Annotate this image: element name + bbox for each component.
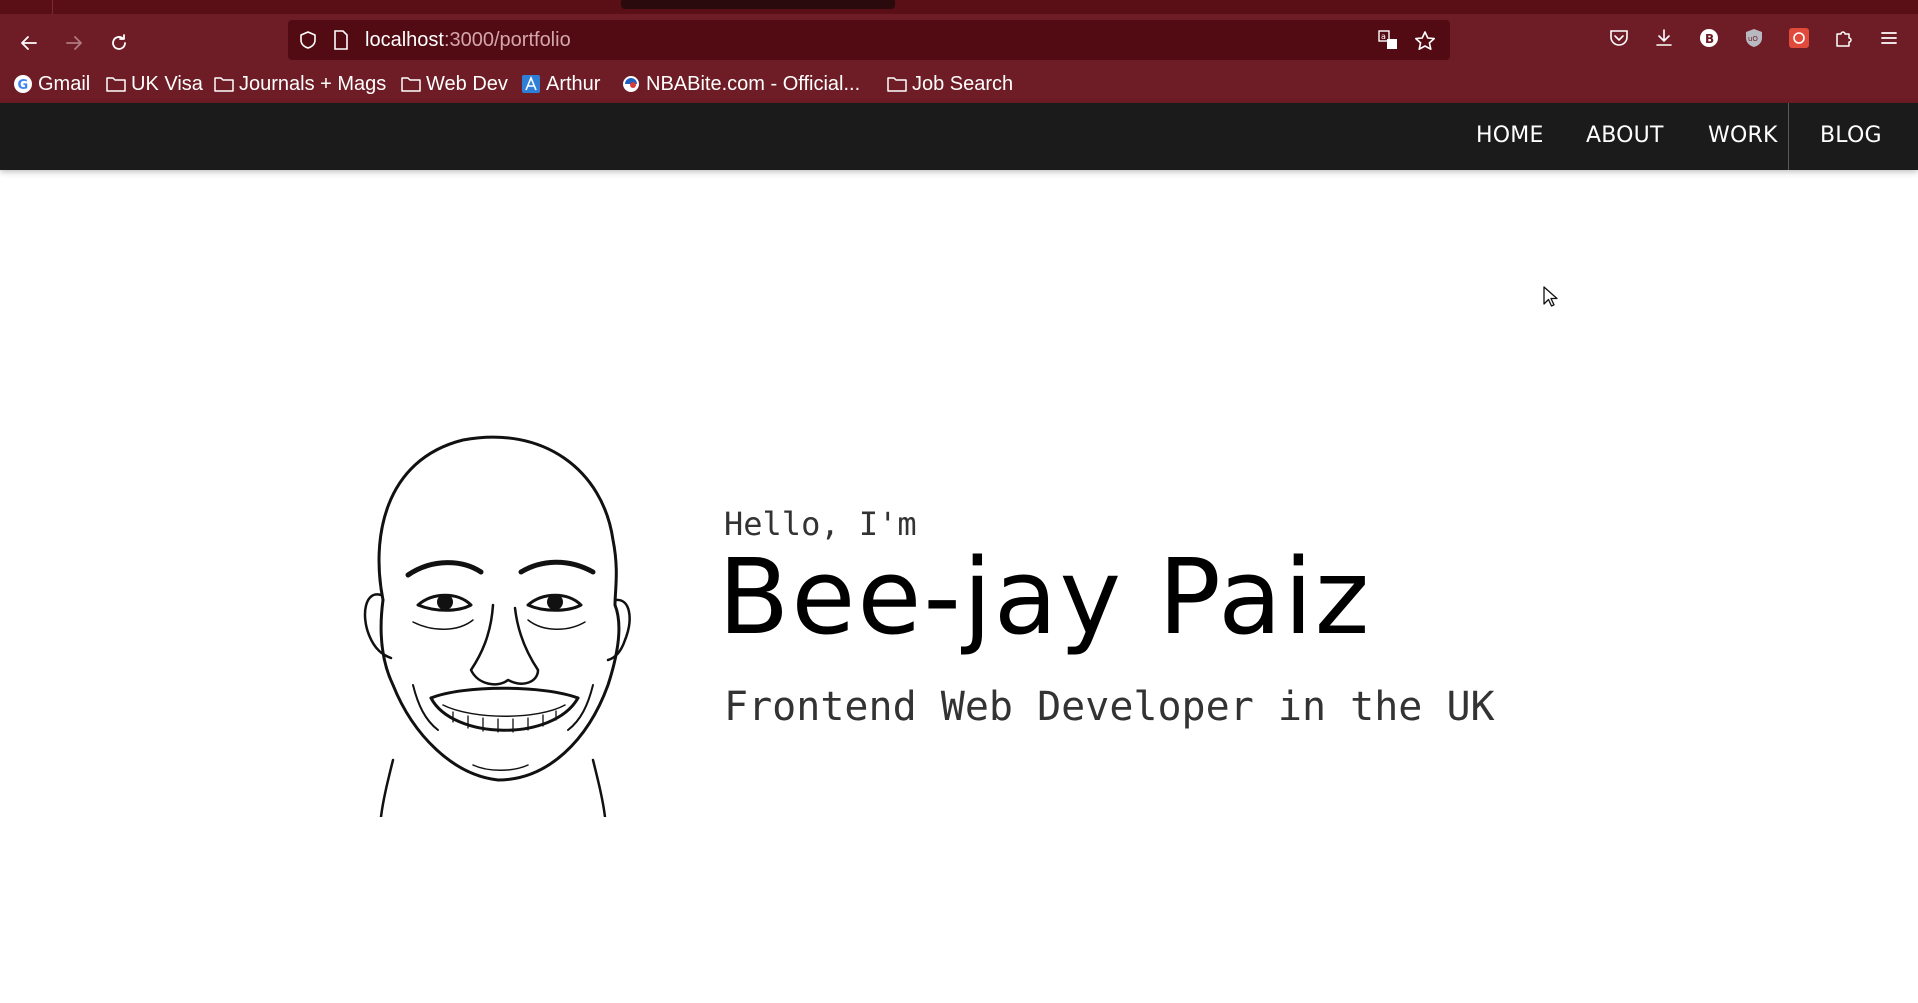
menu-icon <box>1881 32 1897 44</box>
download-icon <box>1656 29 1672 46</box>
pocket-icon <box>1610 30 1628 46</box>
page-icon <box>334 30 348 50</box>
folder-icon <box>887 77 907 92</box>
bookmark-label: Arthur <box>546 72 601 95</box>
google-icon: G <box>14 75 32 93</box>
arthur-icon <box>522 75 540 93</box>
active-tab[interactable] <box>621 0 895 9</box>
bookmark-nbabite[interactable]: NBABite.com - Official... <box>621 71 860 97</box>
svg-text:G: G <box>18 78 29 93</box>
extension-red-button[interactable] <box>1787 26 1811 50</box>
nav-divider <box>1788 103 1789 170</box>
forward-icon <box>66 36 82 50</box>
pocket-button[interactable] <box>1607 26 1631 50</box>
url-path: :3000/portfolio <box>443 29 571 51</box>
url-text[interactable]: localhost:3000/portfolio <box>365 29 571 52</box>
bookmark-label: Job Search <box>912 72 1014 95</box>
url-host: localhost <box>365 29 444 51</box>
nbabite-icon <box>623 76 639 92</box>
site-navbar: HOME ABOUT WORK BLOG <box>0 103 1918 170</box>
folder-icon <box>214 77 234 92</box>
back-button[interactable] <box>12 26 46 60</box>
bookmark-uk-visa[interactable]: UK Visa <box>106 71 203 97</box>
puzzle-icon <box>1836 31 1852 47</box>
ublock-icon: uO <box>1746 29 1762 47</box>
bookmark-label: UK Visa <box>131 72 203 95</box>
nav-blog-link[interactable]: BLOG <box>1820 123 1882 148</box>
forward-button[interactable] <box>57 26 91 60</box>
translate-icon[interactable]: a <box>1378 30 1398 50</box>
bookmark-job-search[interactable]: Job Search <box>887 71 1013 97</box>
bookmark-gmail[interactable]: G Gmail <box>13 71 90 97</box>
extension-red-icon <box>1789 28 1809 48</box>
address-bar[interactable]: localhost:3000/portfolio a <box>288 20 1450 60</box>
bookmark-arthur[interactable]: Arthur <box>521 71 600 97</box>
bookmark-web-dev[interactable]: Web Dev <box>401 71 508 97</box>
extension-b-icon: B <box>1700 29 1718 47</box>
back-icon <box>21 36 37 50</box>
cursor-icon <box>1543 286 1558 307</box>
nav-about-link[interactable]: ABOUT <box>1586 123 1664 148</box>
ublock-button[interactable]: uO <box>1742 26 1766 50</box>
tab-separator <box>52 0 53 14</box>
bookmark-label: Gmail <box>38 72 91 95</box>
menu-button[interactable] <box>1877 26 1901 50</box>
folder-icon <box>401 77 421 92</box>
shield-icon[interactable] <box>298 30 318 50</box>
browser-toolbar: localhost:3000/portfolio a B uO <box>0 14 1918 66</box>
bookmark-label: Web Dev <box>426 72 508 95</box>
tab-strip <box>0 0 1918 14</box>
bookmarks-bar: G Gmail UK Visa Journals + Mags Web Dev … <box>0 66 1918 103</box>
nav-home-link[interactable]: HOME <box>1476 123 1544 148</box>
download-button[interactable] <box>1652 26 1676 50</box>
bookmark-label: Journals + Mags <box>239 72 387 95</box>
svg-text:a: a <box>1381 32 1386 41</box>
bookmark-label: NBABite.com - Official... <box>646 72 861 95</box>
svg-text:B: B <box>1705 32 1714 46</box>
star-icon[interactable] <box>1414 30 1436 52</box>
svg-text:uO: uO <box>1748 35 1758 43</box>
nav-work-link[interactable]: WORK <box>1708 123 1778 148</box>
extension-b-button[interactable]: B <box>1697 26 1721 50</box>
hero-subtitle: Frontend Web Developer in the UK <box>724 684 1495 730</box>
extensions-button[interactable] <box>1832 26 1856 50</box>
hero-name: Bee-jay Paiz <box>718 536 1372 658</box>
folder-icon <box>106 77 126 92</box>
reload-icon <box>112 34 126 50</box>
bookmark-journals-mags[interactable]: Journals + Mags <box>214 71 386 97</box>
reload-button[interactable] <box>102 26 136 60</box>
portrait-illustration <box>363 435 631 817</box>
